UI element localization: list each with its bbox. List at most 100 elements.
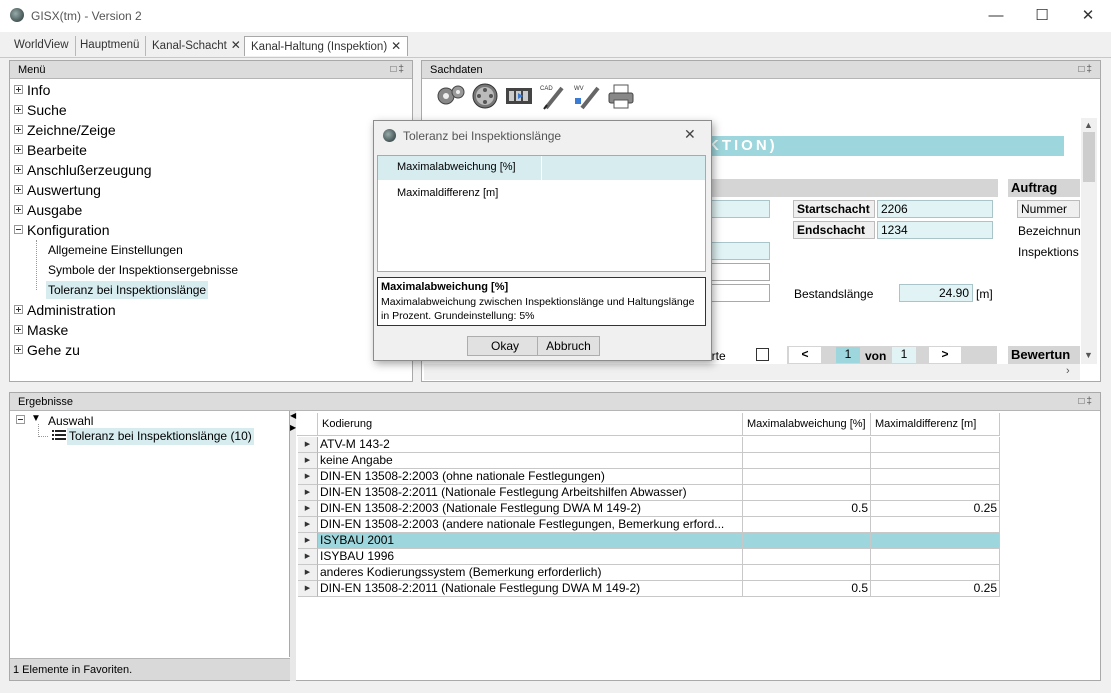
menu-item-ausgabe[interactable]: Ausgabe <box>14 201 82 221</box>
kodierung-cell[interactable]: ATV-M 143-2 <box>318 437 743 453</box>
differenz-cell[interactable] <box>871 437 1000 453</box>
expand-icon[interactable] <box>14 345 23 354</box>
menu-item-administration[interactable]: Administration <box>14 301 116 321</box>
abweichung-cell[interactable] <box>743 485 871 501</box>
differenz-cell[interactable] <box>871 565 1000 581</box>
menu-sub-allgemein[interactable]: Allgemeine Einstellungen <box>46 241 185 259</box>
menu-item-maske[interactable]: Maske <box>14 321 68 341</box>
differenz-cell[interactable]: 0.25 <box>871 581 1000 597</box>
column-header-abweichung[interactable]: Maximalabweichung [%] <box>743 413 871 436</box>
menu-item-gehezu[interactable]: Gehe zu <box>14 341 80 361</box>
scroll-right-icon[interactable]: › <box>1066 365 1070 377</box>
menu-item-auswertung[interactable]: Auswertung <box>14 181 101 201</box>
abweichung-cell[interactable] <box>743 469 871 485</box>
kodierung-cell[interactable]: anderes Kodierungssystem (Bemerkung erfo… <box>318 565 743 581</box>
tab-hauptmenue[interactable]: Hauptmenü <box>74 36 147 56</box>
menu-item-bearbeite[interactable]: Bearbeite <box>14 141 87 161</box>
abweichung-cell[interactable] <box>743 549 871 565</box>
row-selector[interactable]: ▶ <box>298 533 318 549</box>
tab-worldview[interactable]: WorldView <box>8 36 76 56</box>
property-row-selected[interactable]: Maximalabweichung [%] <box>378 156 705 180</box>
kodierung-cell[interactable]: ISYBAU 1996 <box>318 549 743 565</box>
scroll-up-icon[interactable]: ▲ <box>1084 120 1093 130</box>
reel-icon[interactable] <box>470 82 500 110</box>
collapse-icon[interactable] <box>16 415 25 424</box>
kodierung-cell[interactable]: DIN-EN 13508-2:2003 (andere nationale Fe… <box>318 517 743 533</box>
expand-icon[interactable] <box>14 305 23 314</box>
row-selector[interactable]: ▶ <box>298 453 318 469</box>
differenz-cell[interactable] <box>871 533 1000 549</box>
abweichung-cell[interactable] <box>743 437 871 453</box>
bestand-field[interactable]: 24.90 <box>899 284 973 302</box>
vertical-scrollbar[interactable]: ▲ ▼ <box>1081 118 1097 364</box>
pin-icon[interactable]: □‡ <box>1078 393 1094 411</box>
tab-kanal-schacht[interactable]: Kanal-Schacht ✕ <box>146 36 248 56</box>
row-selector[interactable]: ▶ <box>298 517 318 533</box>
pin-icon[interactable]: □‡ <box>1078 61 1094 79</box>
okay-button[interactable]: Okay <box>467 336 543 356</box>
row-selector[interactable]: ▶ <box>298 485 318 501</box>
differenz-cell[interactable]: 0.25 <box>871 501 1000 517</box>
differenz-cell[interactable] <box>871 453 1000 469</box>
row-selector[interactable]: ▶ <box>298 581 318 597</box>
nav-page-field[interactable]: 1 <box>836 347 860 363</box>
kodierung-cell[interactable]: DIN-EN 13508-2:2003 (ohne nationale Fest… <box>318 469 743 485</box>
kodierung-cell[interactable]: DIN-EN 13508-2:2003 (Nationale Festlegun… <box>318 501 743 517</box>
abweichung-cell[interactable] <box>743 517 871 533</box>
cad-pen-icon[interactable]: CAD <box>538 82 568 110</box>
nav-next-button[interactable]: > <box>929 347 961 363</box>
cancel-button[interactable]: Abbruch <box>537 336 600 356</box>
property-label[interactable]: Maximaldifferenz [m] <box>397 187 498 199</box>
menu-item-suche[interactable]: Suche <box>14 101 67 121</box>
column-header-differenz[interactable]: Maximaldifferenz [m] <box>871 413 1000 436</box>
endschacht-field[interactable]: 1234 <box>877 221 993 239</box>
werte-checkbox[interactable] <box>756 348 769 361</box>
close-tab-icon[interactable]: ✕ <box>231 38 241 52</box>
kodierung-cell[interactable]: keine Angabe <box>318 453 743 469</box>
expand-icon[interactable] <box>14 105 23 114</box>
expand-icon[interactable] <box>14 85 23 94</box>
scroll-thumb[interactable] <box>1083 132 1095 182</box>
row-selector[interactable]: ▶ <box>298 469 318 485</box>
tree-child-label[interactable]: Toleranz bei Inspektionslänge (10) <box>67 428 254 445</box>
abweichung-cell[interactable]: 0.5 <box>743 501 871 517</box>
splitter-handle[interactable]: ◀ ▶ <box>290 411 296 681</box>
row-selector[interactable]: ▶ <box>298 565 318 581</box>
pin-icon[interactable]: □‡ <box>390 61 406 79</box>
differenz-cell[interactable] <box>871 549 1000 565</box>
abweichung-cell[interactable] <box>743 453 871 469</box>
expand-icon[interactable] <box>14 165 23 174</box>
film-icon[interactable] <box>504 82 534 110</box>
gears-icon[interactable] <box>436 82 466 110</box>
wv-pen-icon[interactable]: WV <box>572 82 602 110</box>
arrow-left-icon[interactable]: ◀ <box>290 411 296 420</box>
kodierung-cell[interactable]: DIN-EN 13508-2:2011 (Nationale Festlegun… <box>318 581 743 597</box>
menu-sub-symbole[interactable]: Symbole der Inspektionsergebnisse <box>46 261 240 279</box>
differenz-cell[interactable] <box>871 469 1000 485</box>
row-selector[interactable]: ▶ <box>298 501 318 517</box>
differenz-cell[interactable] <box>871 517 1000 533</box>
printer-icon[interactable] <box>606 82 636 110</box>
tree-root-label[interactable]: Auswahl <box>48 413 93 429</box>
abweichung-cell[interactable]: 0.5 <box>743 581 871 597</box>
expand-icon[interactable] <box>14 325 23 334</box>
startschacht-field[interactable]: 2206 <box>877 200 993 218</box>
menu-sub-toleranz[interactable]: Toleranz bei Inspektionslänge <box>46 281 209 299</box>
row-selector[interactable]: ▶ <box>298 437 318 453</box>
close-tab-icon[interactable]: ✕ <box>391 39 401 53</box>
abweichung-cell[interactable] <box>743 565 871 581</box>
scroll-down-icon[interactable]: ▼ <box>1084 350 1093 360</box>
menu-item-zeichne[interactable]: Zeichne/Zeige <box>14 121 116 141</box>
menu-item-anschluss[interactable]: Anschlußerzeugung <box>14 161 152 181</box>
close-icon[interactable]: ✕ <box>1065 0 1111 32</box>
dialog-close-icon[interactable]: ✕ <box>684 126 696 143</box>
differenz-cell[interactable] <box>871 485 1000 501</box>
horizontal-scrollbar[interactable]: › <box>424 364 1080 380</box>
expand-icon[interactable] <box>14 125 23 134</box>
tab-kanal-haltung[interactable]: Kanal-Haltung (Inspektion) ✕ <box>244 36 409 56</box>
expand-icon[interactable] <box>14 185 23 194</box>
menu-item-konfiguration[interactable]: Konfiguration <box>14 221 110 241</box>
expand-icon[interactable] <box>14 145 23 154</box>
column-header-kodierung[interactable]: Kodierung <box>318 413 743 436</box>
menu-item-info[interactable]: Info <box>14 81 50 101</box>
